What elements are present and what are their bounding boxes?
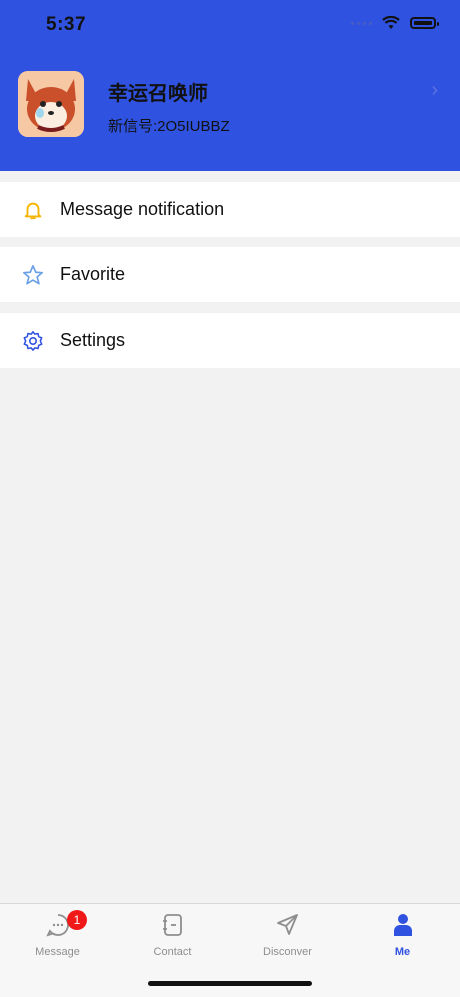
status-bar: 5:37 xyxy=(0,0,460,50)
profile-header: 5:37 幸运召唤师 新信号:2O5IUBBZ › xyxy=(0,0,460,171)
tab-label: Message xyxy=(35,946,80,958)
tab-label: Disconver xyxy=(263,946,312,958)
menu-item-label: Message notification xyxy=(60,199,225,219)
tab-label: Contact xyxy=(153,946,192,958)
profile-id: 新信号:2O5IUBBZ xyxy=(108,118,230,135)
menu-item-message-notification[interactable]: Message notification xyxy=(0,182,460,237)
chevron-right-icon: › xyxy=(431,79,438,101)
star-icon xyxy=(23,265,43,285)
battery-icon xyxy=(410,17,439,29)
home-indicator[interactable] xyxy=(148,981,312,986)
tab-discover[interactable]: Disconver xyxy=(230,912,345,964)
gear-icon xyxy=(23,331,43,351)
tab-label: Me xyxy=(394,946,411,958)
send-icon xyxy=(276,914,298,935)
cellular-signal-icon xyxy=(351,21,372,25)
menu-item-label: Favorite xyxy=(60,264,126,284)
menu-item-label: Settings xyxy=(60,330,126,350)
avatar[interactable] xyxy=(18,71,84,137)
status-icons xyxy=(351,16,439,30)
status-time: 5:37 xyxy=(46,14,87,35)
profile-name: 幸运召唤师 xyxy=(108,83,208,105)
unread-badge: 1 xyxy=(67,910,87,930)
contact-book-icon xyxy=(162,914,182,936)
person-icon xyxy=(393,914,412,936)
menu-item-favorite[interactable]: Favorite xyxy=(0,247,460,302)
menu-item-settings[interactable]: Settings xyxy=(0,313,460,368)
profile-card[interactable]: 幸运召唤师 新信号:2O5IUBBZ › xyxy=(18,71,442,141)
tab-me[interactable]: Me xyxy=(345,912,460,964)
bell-icon xyxy=(24,202,42,220)
wifi-icon xyxy=(382,16,400,29)
tab-contact[interactable]: Contact xyxy=(115,912,230,964)
tab-message[interactable]: 1 Message xyxy=(0,910,115,964)
